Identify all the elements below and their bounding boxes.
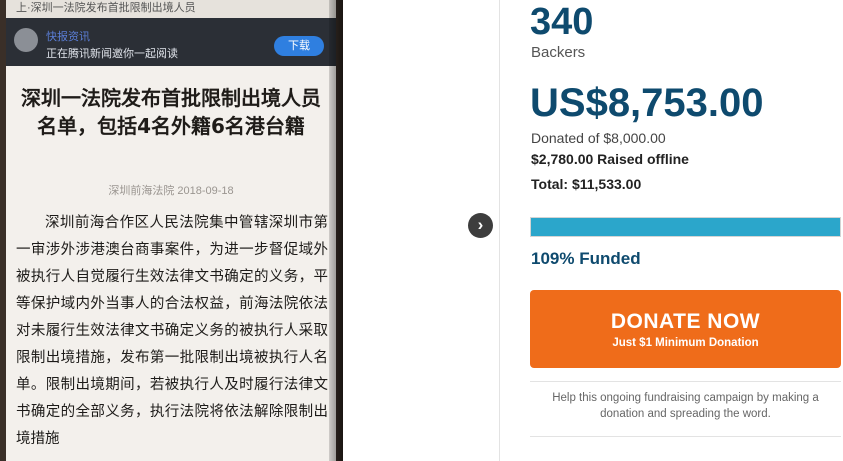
photo-edge-shadow bbox=[329, 0, 343, 461]
app-name: 快报资讯 bbox=[46, 31, 90, 43]
vertical-divider bbox=[499, 0, 500, 461]
divider bbox=[530, 436, 841, 437]
donate-button-sublabel: Just $1 Minimum Donation bbox=[612, 337, 759, 349]
article-headline: 深圳一法院发布首批限制出境人员名单，包括4名外籍6名港台籍 bbox=[21, 86, 321, 138]
app-banner: 快报资讯 正在腾讯新闻邀你一起阅读 下载 bbox=[6, 18, 336, 66]
chevron-right-icon: › bbox=[477, 215, 484, 234]
article-meta: 深圳前海法院 2018-09-18 bbox=[108, 185, 234, 197]
raised-offline: $2,780.00 Raised offline bbox=[531, 151, 689, 167]
total-raised: Total: $11,533.00 bbox=[531, 176, 642, 192]
app-invite-text: 正在腾讯新闻邀你一起阅读 bbox=[46, 48, 178, 60]
funding-progress-bar bbox=[530, 217, 841, 237]
next-image-button[interactable]: › bbox=[468, 213, 493, 238]
campaign-photo: 上·深圳一法院发布首批限制出境人员 快报资讯 正在腾讯新闻邀你一起阅读 下载 深… bbox=[0, 0, 343, 461]
article-body: 深圳前海合作区人民法院集中管辖深圳市第一审涉外涉港澳台商事案件，为进一步督促域外… bbox=[16, 210, 328, 453]
app-logo-icon bbox=[14, 28, 38, 52]
backers-label: Backers bbox=[531, 44, 586, 61]
backers-count: 340 bbox=[530, 1, 594, 43]
divider bbox=[530, 381, 841, 382]
top-strip-text: 上·深圳一法院发布首批限制出境人员 bbox=[6, 0, 336, 18]
funding-progress-fill bbox=[531, 218, 840, 236]
article-body-paragraph: 深圳前海合作区人民法院集中管辖深圳市第一审涉外涉港澳台商事案件，为进一步督促域外… bbox=[16, 215, 328, 447]
amount-raised: US$8,753.00 bbox=[530, 81, 764, 125]
donation-goal: Donated of $8,000.00 bbox=[531, 130, 666, 146]
phone-screen: 上·深圳一法院发布首批限制出境人员 快报资讯 正在腾讯新闻邀你一起阅读 下载 深… bbox=[6, 0, 336, 461]
donate-button-label: DONATE NOW bbox=[610, 310, 761, 333]
help-text: Help this ongoing fundraising campaign b… bbox=[552, 392, 819, 420]
funded-label: 109% Funded bbox=[531, 249, 641, 268]
donate-now-button[interactable]: DONATE NOW Just $1 Minimum Donation bbox=[530, 290, 841, 368]
download-button: 下载 bbox=[274, 36, 324, 56]
